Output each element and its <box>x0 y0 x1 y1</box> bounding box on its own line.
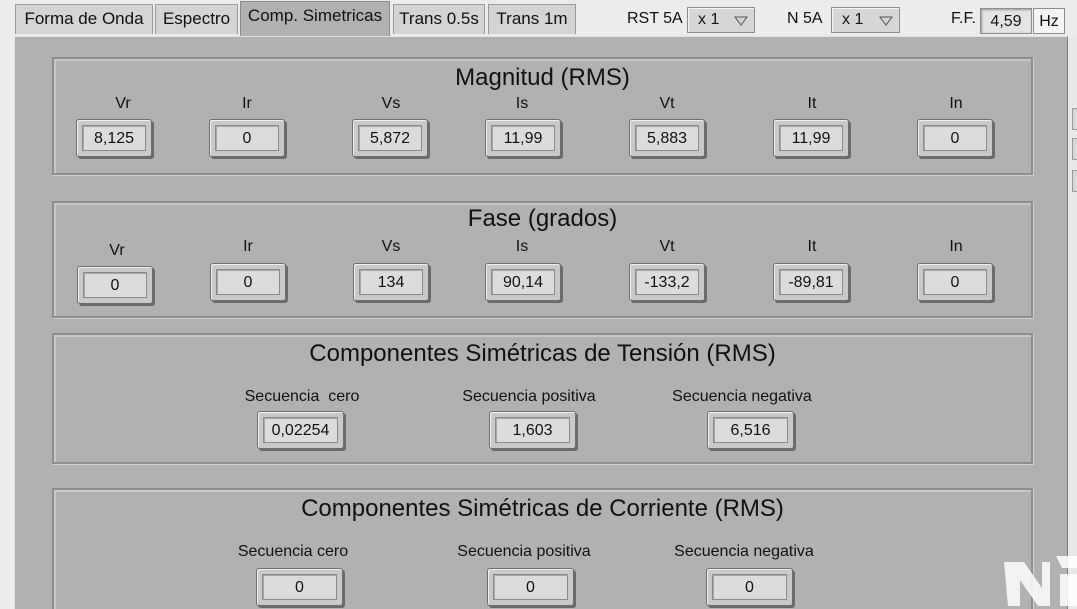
magnitude-label-vs: Vs <box>381 95 401 112</box>
magnitude-value-ir: 0 <box>215 125 279 151</box>
phase-value-in: 0 <box>923 269 987 295</box>
magnitude-value-it: 11,99 <box>779 125 843 151</box>
phase-indicator-vr: 0 <box>77 266 153 304</box>
current-symmetrical-title: Componentes Simétricas de Corriente (RMS… <box>301 495 784 522</box>
magnitude-value-vs: 5,872 <box>358 125 422 151</box>
phase-value-ir: 0 <box>216 269 280 295</box>
phase-value-is: 90,14 <box>491 269 555 295</box>
current-zero-seq-value: 0 <box>262 574 337 600</box>
magnitude-value-vr: 8,125 <box>82 125 146 151</box>
magnitude-indicator-it: 11,99 <box>773 119 849 157</box>
magnitude-label-ir: Ir <box>242 95 252 112</box>
magnitude-indicator-vs: 5,872 <box>352 119 428 157</box>
phase-indicator-is: 90,14 <box>485 263 561 301</box>
ff-label: F.F. <box>951 10 976 27</box>
magnitude-label-vt: Vt <box>659 95 675 112</box>
phase-indicator-it: -89,81 <box>773 263 849 301</box>
magnitude-label-is: Is <box>515 95 529 112</box>
current-negative-seq-value: 0 <box>712 574 787 600</box>
phase-indicator-vs: 134 <box>353 263 429 301</box>
phase-value-vs: 134 <box>359 269 423 295</box>
voltage-negative-seq-indicator: 6,516 <box>707 411 794 449</box>
triangle-down-icon <box>879 16 893 26</box>
magnitude-label-vr: Vr <box>115 95 131 112</box>
hz-unit-label: Hz <box>1033 8 1065 34</box>
phase-indicator-vt: -133,2 <box>629 263 705 301</box>
phase-title: Fase (grados) <box>467 205 618 232</box>
n-range-value: x 1 <box>842 11 864 28</box>
magnitude-indicator-vt: 5,883 <box>629 119 705 157</box>
rst-range-label: RST 5A <box>627 10 683 27</box>
n-range-label: N 5A <box>787 10 823 27</box>
top-bar: Forma de Onda Espectro Comp. Simetricas … <box>0 0 1077 36</box>
phase-label-is: Is <box>515 238 529 255</box>
phase-indicator-in: 0 <box>917 263 993 301</box>
triangle-down-icon <box>734 16 748 26</box>
voltage-zero-seq-indicator: 0,02254 <box>257 411 344 449</box>
rst-range-value: x 1 <box>698 11 720 28</box>
tab-espectro[interactable]: Espectro <box>155 4 238 34</box>
tab-forma-de-onda[interactable]: Forma de Onda <box>15 4 153 34</box>
voltage-symmetrical-title: Componentes Simétricas de Tensión (RMS) <box>309 340 776 367</box>
side-button-1[interactable] <box>1072 108 1077 130</box>
magnitude-label-in: In <box>949 95 963 112</box>
magnitude-title: Magnitud (RMS) <box>455 64 630 91</box>
tab-comp-simetricas[interactable]: Comp. Simetricas <box>240 1 390 36</box>
current-positive-seq-indicator: 0 <box>487 568 574 606</box>
n-range-select[interactable]: x 1 <box>831 7 900 33</box>
magnitude-indicator-vr: 8,125 <box>76 119 152 157</box>
tab-content-panel: Magnitud (RMS) Vr Ir Vs Is Vt It In 8,12… <box>14 36 1068 609</box>
tab-trans-0-5s[interactable]: Trans 0.5s <box>393 4 485 34</box>
phase-indicator-ir: 0 <box>210 263 286 301</box>
phase-label-in: In <box>949 238 963 255</box>
tab-trans-1m[interactable]: Trans 1m <box>488 4 576 34</box>
voltage-zero-seq-value: 0,02254 <box>263 417 338 443</box>
magnitude-indicator-is: 11,99 <box>485 119 561 157</box>
phase-label-ir: Ir <box>243 238 253 255</box>
magnitude-value-vt: 5,883 <box>635 125 699 151</box>
current-zero-seq-label: Secuencia cero <box>237 543 349 560</box>
magnitude-indicator-ir: 0 <box>209 119 285 157</box>
magnitude-value-in: 0 <box>923 125 987 151</box>
phase-label-vt: Vt <box>659 238 675 255</box>
phase-value-vr: 0 <box>83 272 147 298</box>
side-button-3[interactable] <box>1072 170 1077 192</box>
phase-label-it: It <box>807 238 817 255</box>
current-symmetrical-group: Componentes Simétricas de Corriente (RMS… <box>52 488 1033 609</box>
phase-label-vr: Vr <box>109 242 125 259</box>
frequency-indicator: 4,59 <box>980 8 1032 34</box>
current-negative-seq-indicator: 0 <box>706 568 793 606</box>
phase-label-vs: Vs <box>381 238 401 255</box>
voltage-symmetrical-group: Componentes Simétricas de Tensión (RMS) … <box>52 333 1033 464</box>
magnitude-label-it: It <box>807 95 817 112</box>
voltage-positive-seq-label: Secuencia positiva <box>462 388 596 405</box>
voltage-negative-seq-value: 6,516 <box>713 417 788 443</box>
side-button-2[interactable] <box>1072 138 1077 160</box>
phase-value-it: -89,81 <box>779 269 843 295</box>
magnitude-indicator-in: 0 <box>917 119 993 157</box>
current-positive-seq-label: Secuencia positiva <box>457 543 591 560</box>
voltage-positive-seq-value: 1,603 <box>495 417 570 443</box>
magnitude-value-is: 11,99 <box>491 125 555 151</box>
phase-value-vt: -133,2 <box>635 269 699 295</box>
current-positive-seq-value: 0 <box>493 574 568 600</box>
phase-group: Fase (grados) Vr Ir Vs Is Vt It In 0 0 1… <box>52 201 1033 318</box>
rst-range-select[interactable]: x 1 <box>687 7 755 33</box>
voltage-positive-seq-indicator: 1,603 <box>489 411 576 449</box>
current-negative-seq-label: Secuencia negativa <box>674 543 814 560</box>
voltage-zero-seq-label: Secuencia cero <box>244 388 360 405</box>
current-zero-seq-indicator: 0 <box>256 568 343 606</box>
voltage-negative-seq-label: Secuencia negativa <box>672 388 812 405</box>
magnitude-group: Magnitud (RMS) Vr Ir Vs Is Vt It In 8,12… <box>52 57 1033 175</box>
